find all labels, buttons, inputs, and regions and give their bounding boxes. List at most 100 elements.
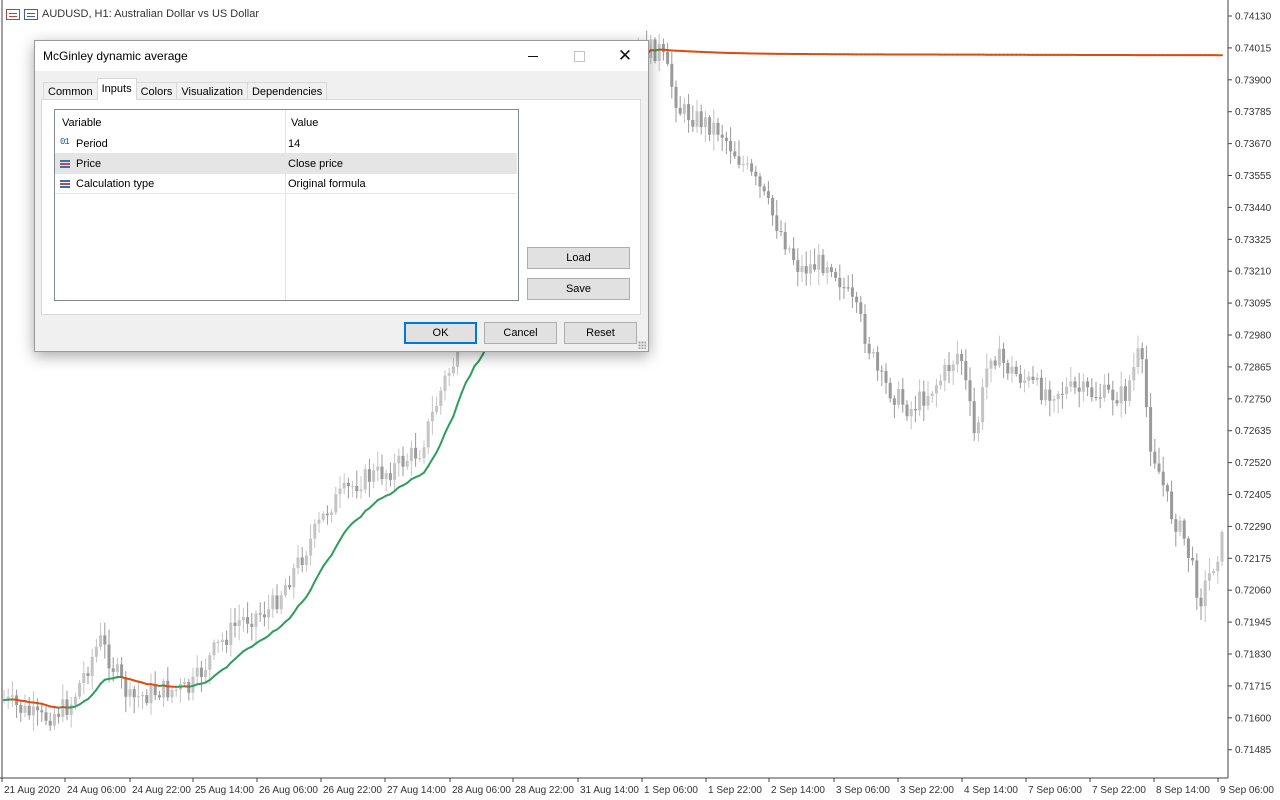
column-header-value[interactable]: Value [291, 117, 318, 129]
candle-body [1161, 471, 1165, 486]
candle-body [985, 368, 989, 388]
candle-body [132, 689, 136, 698]
candle-body [876, 351, 880, 371]
candle-body [162, 680, 166, 698]
variable-name: Price [76, 158, 102, 170]
price-label: 0.72405 [1235, 490, 1272, 501]
candle-body [346, 482, 350, 487]
column-header-variable[interactable]: Variable [62, 117, 102, 129]
candle-body [267, 609, 271, 618]
candle-body [771, 197, 775, 216]
candle-body [901, 389, 905, 405]
candle-body [351, 485, 355, 487]
candle-body [1128, 380, 1132, 401]
candle-body [426, 421, 430, 448]
close-button[interactable]: ✕ [602, 41, 648, 71]
candle-body [733, 151, 737, 157]
chart-menu-icon[interactable] [6, 8, 20, 20]
candle-body [766, 191, 770, 198]
indicator-properties-dialog[interactable]: McGinley dynamic average ✕ Common Inputs… [34, 40, 649, 352]
candle-body [153, 685, 157, 696]
time-label: 9 Sep 06:00 [1220, 785, 1274, 796]
tab-inputs[interactable]: Inputs [96, 78, 137, 100]
candle-body [1102, 384, 1106, 398]
time-label: 4 Sep 14:00 [964, 785, 1018, 796]
price-label: 0.73210 [1235, 267, 1272, 278]
candle-body [300, 557, 304, 565]
price-label: 0.72060 [1235, 586, 1272, 597]
ok-button[interactable]: OK [404, 322, 477, 344]
input-row-period[interactable]: 01 Period 14 [55, 134, 517, 154]
candle-body [409, 447, 413, 461]
candle-body [934, 385, 938, 394]
time-label: 1 Sep 06:00 [644, 785, 698, 796]
candle-body [393, 463, 397, 480]
time-label: 28 Aug 22:00 [515, 785, 574, 796]
tab-visualization[interactable]: Visualization [176, 82, 248, 100]
candle-body [1149, 407, 1153, 452]
mcginley-segment [326, 553, 333, 562]
candle-body [750, 163, 754, 172]
candle-body [729, 140, 733, 152]
mcginley-segment [292, 605, 299, 614]
candle-body [918, 391, 922, 411]
dialog-titlebar[interactable]: McGinley dynamic average ✕ [35, 41, 648, 71]
candle-body [334, 494, 338, 513]
candle-body [57, 713, 61, 717]
candle-body [321, 513, 325, 520]
candle-body [372, 470, 376, 482]
candle-body [111, 668, 115, 672]
mcginley-segment [427, 458, 434, 468]
time-label: 26 Aug 22:00 [323, 785, 382, 796]
candle-body [1052, 399, 1056, 401]
candle-body [1195, 560, 1199, 598]
candle-body [989, 360, 993, 369]
candle-body [1048, 389, 1052, 401]
variable-value[interactable]: Close price [288, 158, 343, 170]
cancel-button[interactable]: Cancel [484, 322, 557, 344]
tab-colors[interactable]: Colors [135, 82, 178, 100]
minimize-button[interactable] [510, 41, 556, 71]
candle-body [258, 613, 262, 615]
tab-dependencies[interactable]: Dependencies [246, 82, 328, 100]
candle-body [687, 104, 691, 120]
price-label: 0.72865 [1235, 362, 1272, 373]
candle-body [367, 469, 371, 482]
candle-body [779, 231, 783, 233]
candle-body [1077, 387, 1081, 392]
resize-grip[interactable] [638, 341, 646, 349]
candle-body [913, 409, 917, 411]
variable-value[interactable]: Original formula [288, 178, 366, 190]
price-label: 0.72290 [1235, 522, 1272, 533]
candle-body [1031, 376, 1035, 380]
candle-body [1086, 381, 1090, 388]
load-button[interactable]: Load [527, 247, 630, 269]
variable-value[interactable]: 14 [288, 138, 300, 150]
candle-body [216, 641, 220, 643]
input-row-price[interactable]: Price Close price [55, 154, 517, 174]
candle-body [1027, 376, 1031, 381]
save-button[interactable]: Save [527, 278, 630, 300]
maximize-button[interactable] [556, 41, 602, 71]
candle-body [834, 272, 838, 278]
inputs-grid[interactable]: Variable Value 01 Period 14 Price Close … [54, 109, 519, 301]
candle-body [691, 119, 695, 127]
time-label: 31 Aug 14:00 [580, 785, 639, 796]
input-row-calculation-type[interactable]: Calculation type Original formula [55, 174, 517, 194]
tab-common[interactable]: Common [43, 82, 98, 100]
chart-properties-icon[interactable] [24, 8, 38, 20]
mcginley-segment [460, 381, 467, 394]
chart-header: AUDUSD, H1: Australian Dollar vs US Doll… [6, 6, 259, 22]
candle-body [905, 404, 909, 417]
candle-body [997, 348, 1001, 366]
candle-body [960, 354, 964, 362]
mcginley-segment [469, 365, 476, 377]
candle-body [94, 646, 98, 657]
candle-body [157, 695, 161, 698]
reset-button[interactable]: Reset [564, 322, 637, 344]
candle-body [355, 485, 359, 492]
mcginley-segment [360, 510, 367, 518]
candle-body [964, 361, 968, 381]
candle-body [233, 622, 237, 626]
candle-body [27, 705, 31, 716]
